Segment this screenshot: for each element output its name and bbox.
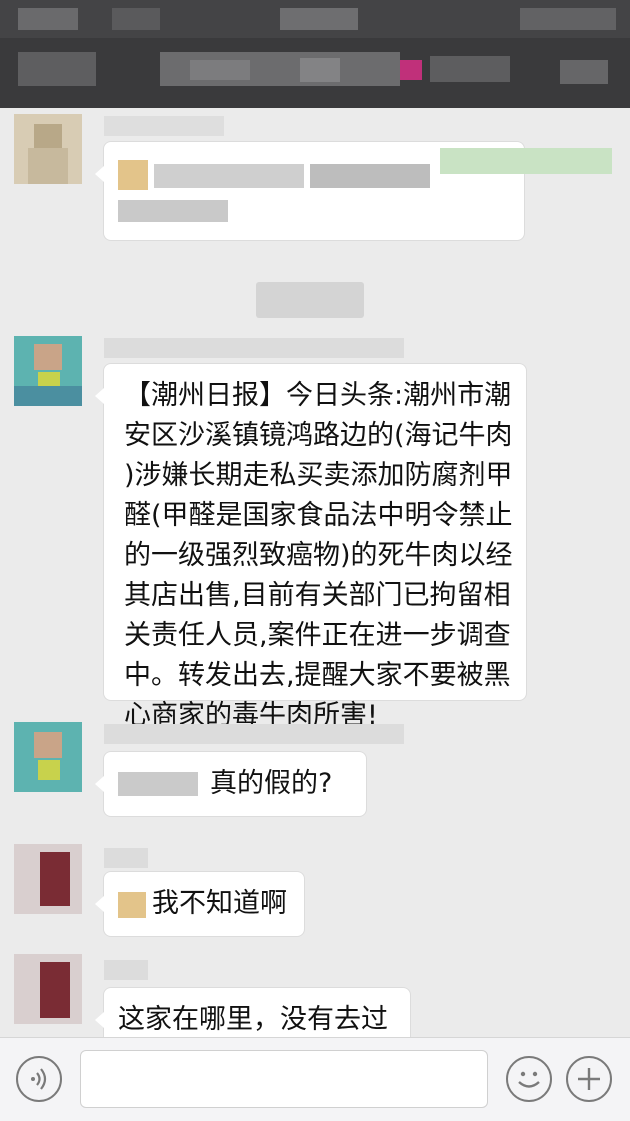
timestamp-obscured (256, 282, 364, 318)
plus-icon (578, 1068, 600, 1090)
add-button[interactable] (566, 1056, 612, 1102)
chat-header (0, 0, 630, 108)
sender-name-obscured (104, 338, 404, 358)
avatar[interactable] (14, 954, 82, 1024)
message-bubble[interactable]: 这家在哪里，没有去过 (95, 988, 410, 1037)
sender-name-obscured (104, 960, 148, 980)
avatar[interactable] (14, 336, 82, 406)
voice-button[interactable] (16, 1056, 62, 1102)
avatar[interactable] (14, 722, 82, 792)
message-text: 【潮州日报】今日头条:潮州市潮 安区沙溪镇镜鸿路边的(海记牛肉 )涉嫌长期走私买… (124, 380, 513, 731)
link-text-obscured (440, 148, 612, 174)
chat-message-list[interactable]: 【潮州日报】今日头条:潮州市潮 安区沙溪镇镜鸿路边的(海记牛肉 )涉嫌长期走私买… (0, 108, 630, 1037)
message-text: 这家在哪里，没有去过 (118, 1004, 388, 1035)
more-button-obscured[interactable] (560, 60, 608, 84)
avatar[interactable] (14, 114, 82, 184)
message-bubble[interactable]: 【潮州日报】今日头条:潮州市潮 安区沙溪镇镜鸿路边的(海记牛肉 )涉嫌长期走私买… (95, 364, 526, 731)
input-toolbar (0, 1037, 630, 1121)
emoji-button[interactable] (506, 1056, 552, 1102)
back-button-obscured[interactable] (18, 52, 96, 86)
avatar[interactable] (14, 844, 82, 914)
message-text: 我不知道啊 (152, 888, 287, 919)
emoji-icon (518, 1071, 540, 1088)
voice-icon (31, 1068, 47, 1090)
sender-name-obscured (104, 848, 148, 868)
message-bubble[interactable]: 真的假的? (95, 752, 366, 816)
message-input[interactable] (80, 1050, 488, 1108)
message-bubble[interactable]: 我不知道啊 (95, 872, 304, 936)
sender-name-obscured (104, 116, 224, 136)
sender-name-obscured (104, 724, 404, 744)
message-text: 真的假的? (210, 768, 333, 799)
